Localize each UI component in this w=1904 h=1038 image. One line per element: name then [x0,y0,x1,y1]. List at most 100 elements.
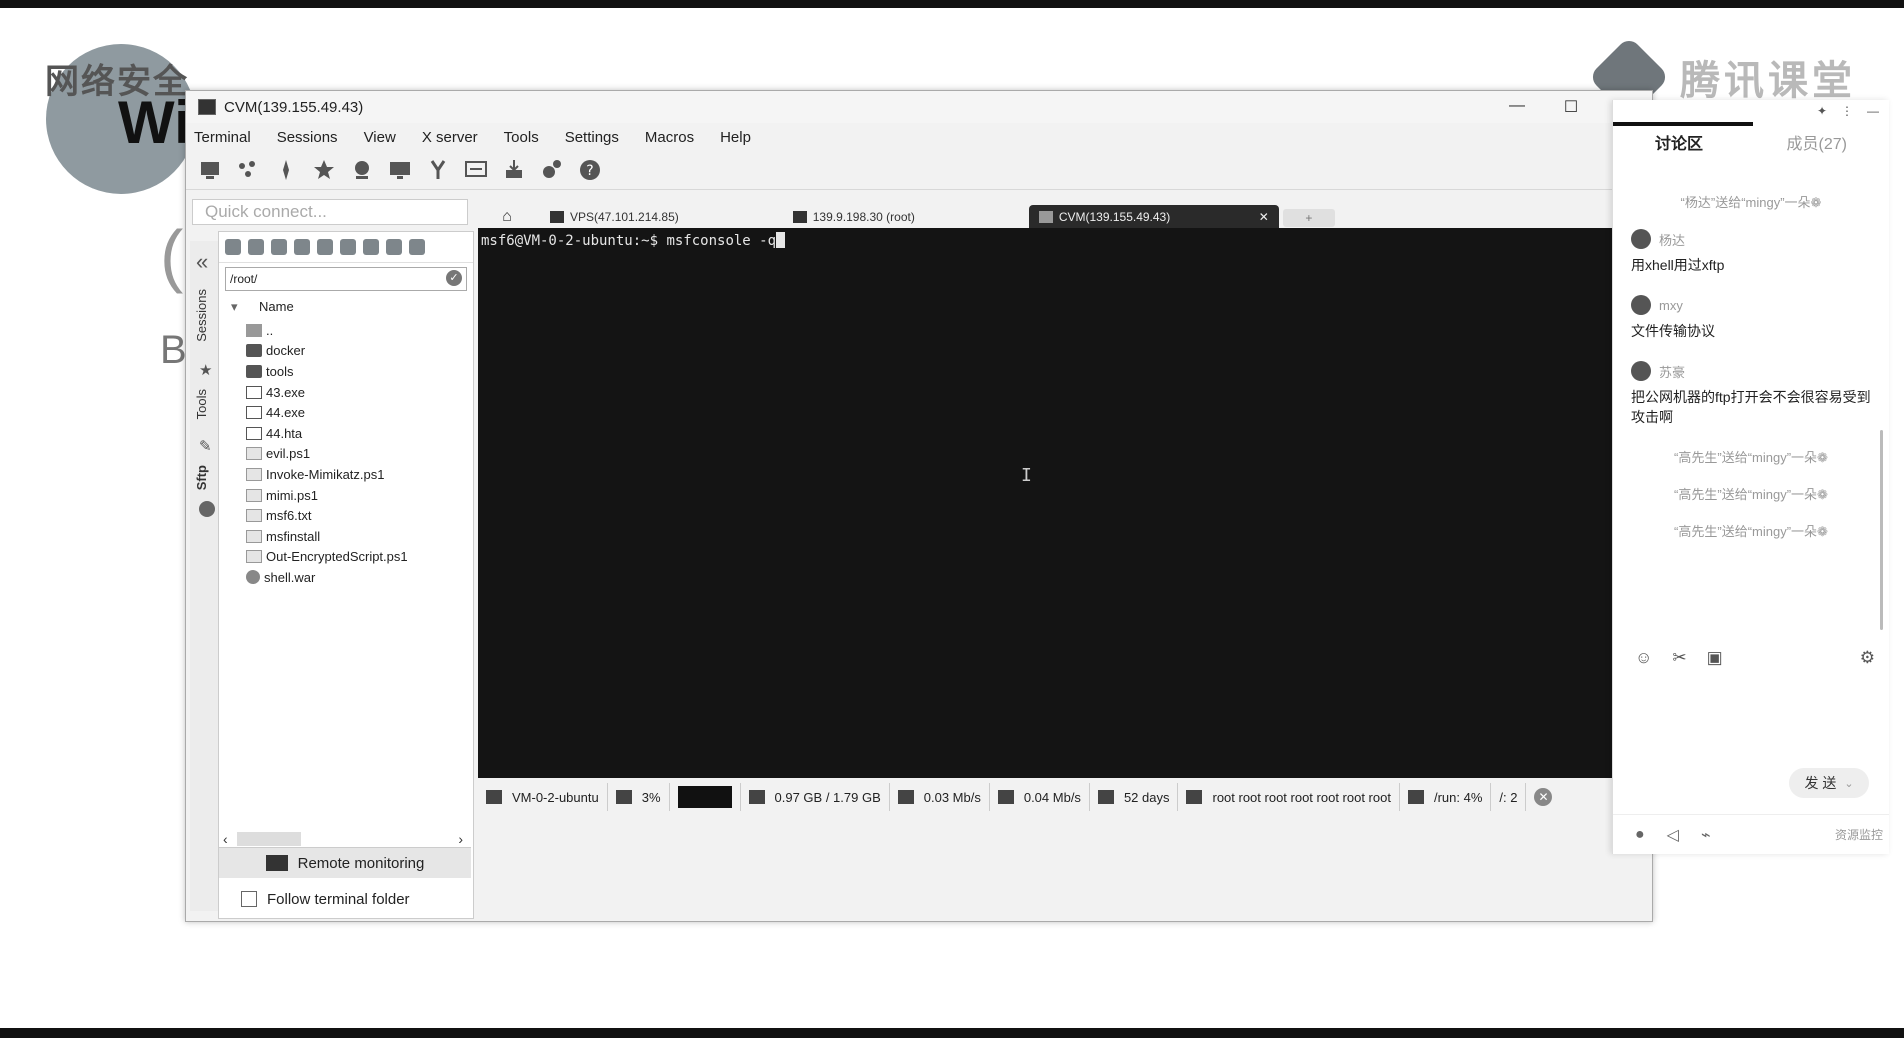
close-tab-icon[interactable]: ✕ [1259,210,1269,224]
status-close[interactable]: ✕ [1526,783,1560,811]
status-host: VM-0-2-ubuntu [478,783,608,811]
menu-xserver[interactable]: X server [422,129,478,146]
chat-settings-icon[interactable]: ⚙ [1860,648,1875,668]
menu-sessions[interactable]: Sessions [277,129,338,146]
folder-icon [246,364,262,378]
speaker-icon[interactable]: ◁ [1667,825,1679,845]
tab-139[interactable]: 139.9.198.30 (root) [783,205,925,229]
close-circle-icon[interactable]: ✕ [1534,788,1553,806]
cpu-graph [677,786,732,808]
minimize-icon[interactable]: — [1867,104,1879,118]
scissors-icon[interactable]: ✂ [1672,648,1686,668]
text-cursor [776,232,786,248]
path-confirm-icon[interactable]: ✓ [446,270,462,286]
title-bar[interactable]: CVM(139.155.49.43) — ☐ ✕ [186,91,1652,123]
settings-icon[interactable] [538,156,566,184]
download-icon[interactable] [500,156,528,184]
file-item[interactable]: msfinstall [219,526,473,547]
sftp-toolbar [219,232,473,263]
scroll-right-icon[interactable]: › [458,831,463,847]
refresh-icon[interactable] [294,239,310,255]
xserver-icon[interactable] [348,156,376,184]
follow-folder-checkbox[interactable] [241,891,257,907]
tab-members[interactable]: 成员(27) [1787,130,1847,154]
script-file-icon [246,550,262,564]
tab-cvm[interactable]: CVM(139.155.49.43) ✕ [1028,205,1279,229]
menu-macros[interactable]: Macros [645,129,694,146]
file-item[interactable]: shell.war [219,567,473,588]
scroll-thumb[interactable] [237,832,301,846]
chat-scrollbar[interactable] [1880,430,1883,630]
horizontal-scrollbar[interactable]: ‹ › [219,830,471,848]
script-file-icon [246,488,262,502]
new-tab-button[interactable]: + [1282,209,1335,227]
collapse-sidebar-icon[interactable]: « [196,249,208,275]
menu-terminal[interactable]: Terminal [194,129,251,146]
sftp-globe-icon[interactable] [199,501,215,517]
resource-monitor-label[interactable]: 资源监控 [1835,826,1883,843]
terminal-sync-icon[interactable] [386,239,402,255]
star-icon[interactable]: ★ [199,361,215,379]
file-item[interactable]: evil.ps1 [219,444,473,465]
terminal-area[interactable]: msf6@VM-0-2-ubuntu:~$ msfconsole -q I [478,228,1632,778]
chevron-down-icon[interactable]: ⌄ [1844,777,1853,790]
ssh-icon [792,211,807,223]
star-icon[interactable] [310,156,338,184]
new-file-icon[interactable] [340,239,356,255]
column-header-name[interactable]: Name [219,299,473,315]
home-tab[interactable]: ⌂ [478,205,536,229]
session-icon[interactable] [196,156,224,184]
tab-discussion[interactable]: 讨论区 [1655,130,1703,154]
download-file-icon[interactable] [248,239,264,255]
more-options-icon[interactable]: ⋮ [1841,104,1853,118]
new-folder-icon[interactable] [317,239,333,255]
file-item[interactable]: docker [219,341,473,362]
pin-icon[interactable]: ✦ [1817,104,1827,118]
emoji-icon[interactable]: ☺ [1635,648,1652,668]
tab-tools[interactable]: Tools [194,389,209,419]
sftp-path-field[interactable]: /root/ ✓ [225,267,467,291]
help-icon[interactable]: ? [576,156,604,184]
open-folder-icon[interactable] [225,239,241,255]
scroll-left-icon[interactable]: ‹ [223,831,228,847]
tools-icon[interactable] [272,156,300,184]
file-item[interactable]: .. [219,320,473,341]
file-item[interactable]: 44.exe [219,402,473,423]
more-icon[interactable] [409,239,425,255]
tools-side-icon[interactable]: ✎ [199,437,215,455]
sftp-path-text: /root/ [230,272,258,286]
menu-help[interactable]: Help [720,129,751,146]
file-item[interactable]: 43.exe [219,382,473,403]
tab-sftp[interactable]: Sftp [194,465,209,490]
file-item[interactable]: Out-EncryptedScript.ps1 [219,547,473,568]
file-item[interactable]: tools [219,361,473,382]
tab-vps[interactable]: VPS(47.101.214.85) [540,205,689,229]
menu-view[interactable]: View [364,129,396,146]
image-icon[interactable]: ▣ [1707,648,1723,668]
file-item[interactable]: 44.hta [219,423,473,444]
menu-tools[interactable]: Tools [504,129,539,146]
menu-settings[interactable]: Settings [565,129,619,146]
microphone-icon[interactable]: ● [1635,826,1645,844]
delete-icon[interactable] [363,239,379,255]
slide-letter: ( [160,216,184,294]
tab-sessions[interactable]: Sessions [194,289,209,342]
send-button[interactable]: 发 送 ⌄ [1789,768,1869,798]
file-item[interactable]: mimi.ps1 [219,485,473,506]
top-border [0,0,1904,8]
script-file-icon [246,447,262,461]
multiexec-icon[interactable] [462,156,490,184]
maximize-button[interactable]: ☐ [1544,97,1598,117]
split-icon[interactable] [424,156,452,184]
servers-icon[interactable] [234,156,262,184]
quick-connect-input[interactable]: Quick connect... [192,199,468,225]
avatar [1631,361,1651,381]
minimize-button[interactable]: — [1490,97,1544,117]
follow-terminal-folder-option[interactable]: Follow terminal folder [219,886,471,912]
file-item[interactable]: Invoke-Mimikatz.ps1 [219,464,473,485]
mic-off-icon[interactable]: ⌁ [1701,825,1711,845]
upload-file-icon[interactable] [271,239,287,255]
monitor-icon[interactable] [386,156,414,184]
file-item[interactable]: msf6.txt [219,505,473,526]
remote-monitoring-button[interactable]: Remote monitoring [219,847,471,878]
